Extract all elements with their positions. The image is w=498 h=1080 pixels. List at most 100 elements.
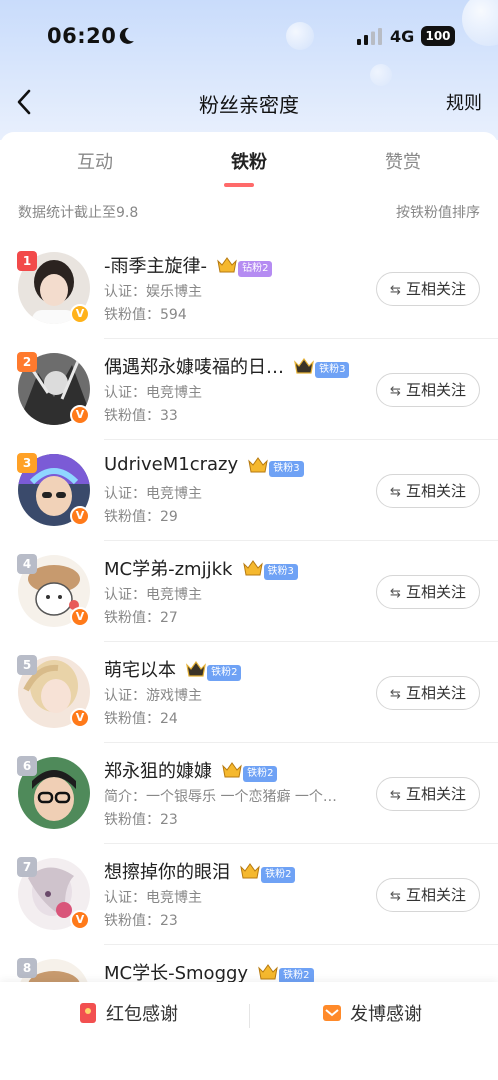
fan-name[interactable]: -雨季主旋律- bbox=[104, 252, 207, 278]
fan-level-text: 铁粉2 bbox=[207, 665, 242, 681]
rules-link[interactable]: 规则 bbox=[446, 89, 482, 115]
fan-level-badge: 铁粉3 bbox=[247, 456, 304, 477]
fan-level-text: 铁粉2 bbox=[261, 867, 296, 883]
fan-name-line: -雨季主旋律- 钻粉2 bbox=[104, 252, 273, 278]
bottom-action-bar: 红包感谢 发博感谢 bbox=[0, 982, 498, 1080]
tab-interaction[interactable]: 互动 bbox=[35, 148, 155, 174]
tab-active-indicator bbox=[224, 183, 254, 187]
fan-avatar[interactable]: 7 V bbox=[17, 857, 90, 930]
red-packet-thanks-button[interactable]: 红包感谢 bbox=[78, 1000, 178, 1032]
follow-label: 互相关注 bbox=[405, 886, 466, 904]
mutual-follow-button[interactable]: ⇆ 互相关注 bbox=[376, 575, 480, 609]
fan-avatar[interactable]: 3 V bbox=[17, 453, 90, 526]
bottom-divider bbox=[249, 1004, 250, 1028]
red-packet-icon bbox=[80, 1003, 96, 1023]
crown-icon bbox=[217, 257, 237, 273]
mutual-follow-button[interactable]: ⇆ 互相关注 bbox=[376, 373, 480, 407]
fan-avatar[interactable]: 2 V bbox=[17, 352, 90, 425]
fan-verification: 认证：游戏博主 bbox=[104, 688, 202, 704]
fan-name[interactable]: 想擦掉你的眼泪 bbox=[104, 858, 230, 884]
crown-icon bbox=[242, 560, 263, 576]
verified-icon: V bbox=[70, 304, 90, 324]
signal-icon bbox=[357, 28, 382, 45]
verified-icon: V bbox=[70, 506, 90, 526]
fan-name[interactable]: 偶遇郑永嫝唛福的日… bbox=[104, 353, 284, 379]
follow-label: 互相关注 bbox=[405, 280, 466, 298]
fan-level-text: 铁粉3 bbox=[263, 564, 298, 580]
fan-name[interactable]: MC学弟-zmjjkk bbox=[104, 555, 232, 581]
follow-label: 互相关注 bbox=[405, 482, 466, 500]
post-thanks-button[interactable]: 发博感谢 bbox=[322, 1000, 422, 1032]
rank-badge: 1 bbox=[17, 251, 37, 271]
rank-badge: 4 bbox=[17, 554, 37, 574]
fan-iron-value: 铁粉值：29 bbox=[104, 509, 178, 525]
mutual-follow-button[interactable]: ⇆ 互相关注 bbox=[376, 272, 480, 306]
post-icon bbox=[323, 1005, 341, 1021]
rank-badge: 2 bbox=[17, 352, 37, 372]
rank-badge: 3 bbox=[17, 453, 37, 473]
tab-bar: 互动 铁粉 赞赏 bbox=[0, 148, 498, 198]
fan-verification: 认证：电竞博主 bbox=[104, 587, 202, 603]
mutual-follow-icon: ⇆ bbox=[390, 788, 401, 803]
verified-icon: V bbox=[70, 708, 90, 728]
fan-name-line: UdriveM1crazy 铁粉3 bbox=[104, 454, 304, 480]
fan-name-line: 萌宅以本 铁粉2 bbox=[104, 656, 242, 682]
status-time: 06:20 bbox=[47, 24, 117, 48]
fan-iron-value: 铁粉值：23 bbox=[104, 812, 178, 828]
red-packet-thanks-label: 红包感谢 bbox=[106, 1004, 178, 1025]
fan-verification: 认证：电竞博主 bbox=[104, 385, 202, 401]
fan-row[interactable]: 4 V MC学弟-zmjjkk 铁粉3 认证：电竞博主 铁粉值：27 ⇆ 互相关注 bbox=[0, 541, 498, 642]
content-card: 互动 铁粉 赞赏 数据统计截止至9.8 按铁粉值排序 1 V -雨季主旋律- 钻… bbox=[0, 132, 498, 1080]
fan-iron-value: 铁粉值：27 bbox=[104, 610, 178, 626]
post-thanks-label: 发博感谢 bbox=[350, 1004, 422, 1025]
stats-note: 数据统计截止至9.8 bbox=[18, 205, 139, 221]
crown-icon bbox=[294, 357, 315, 374]
verified-icon: V bbox=[70, 910, 90, 930]
fan-name[interactable]: UdriveM1crazy bbox=[104, 454, 238, 475]
fan-level-badge: 铁粉3 bbox=[293, 357, 350, 378]
fan-iron-value: 铁粉值：594 bbox=[104, 307, 187, 323]
fan-verification: 认证：电竞博主 bbox=[104, 890, 202, 906]
fan-verification: 认证：电竞博主 bbox=[104, 486, 202, 502]
sort-label[interactable]: 按铁粉值排序 bbox=[396, 202, 480, 222]
status-bar: 06:20 4G 100 bbox=[0, 18, 498, 58]
fan-intimacy-page: 06:20 4G 100 粉丝亲密度 规则 互动 铁粉 赞赏 数据统计截止至9.… bbox=[0, 0, 498, 1080]
fan-list: 1 V -雨季主旋律- 钻粉2 认证：娱乐博主 铁粉值：594 ⇆ 互相关注 2… bbox=[0, 238, 498, 1046]
fan-level-text: 钻粉2 bbox=[238, 261, 273, 277]
fan-name-line: 想擦掉你的眼泪 铁粉2 bbox=[104, 858, 296, 884]
rank-badge: 5 bbox=[17, 655, 37, 675]
fan-level-badge: 铁粉2 bbox=[185, 660, 242, 681]
fan-row[interactable]: 5 V 萌宅以本 铁粉2 认证：游戏博主 铁粉值：24 ⇆ 互相关注 bbox=[0, 642, 498, 743]
fan-row[interactable]: 1 V -雨季主旋律- 钻粉2 认证：娱乐博主 铁粉值：594 ⇆ 互相关注 bbox=[0, 238, 498, 339]
fan-avatar[interactable]: 6 bbox=[17, 756, 90, 829]
fan-avatar[interactable]: 1 V bbox=[17, 251, 90, 324]
nav-bar: 粉丝亲密度 规则 bbox=[0, 78, 498, 128]
fan-avatar[interactable]: 5 V bbox=[17, 655, 90, 728]
mutual-follow-button[interactable]: ⇆ 互相关注 bbox=[376, 777, 480, 811]
fan-row[interactable]: 7 V 想擦掉你的眼泪 铁粉2 认证：电竞博主 铁粉值：23 ⇆ 互相关注 bbox=[0, 844, 498, 945]
fan-level-badge: 钻粉2 bbox=[216, 256, 273, 277]
fan-name[interactable]: 郑永狙的嫝嫝 bbox=[104, 757, 212, 783]
fan-level-badge: 铁粉3 bbox=[242, 559, 298, 580]
fan-row[interactable]: 3 V UdriveM1crazy 铁粉3 认证：电竞博主 铁粉值：29 ⇆ 互相… bbox=[0, 440, 498, 541]
mutual-follow-button[interactable]: ⇆ 互相关注 bbox=[376, 676, 480, 710]
fan-row[interactable]: 6 郑永狙的嫝嫝 铁粉2 简介：一个银辱乐 一个恋猪癖 一个… 铁粉值：23 ⇆… bbox=[0, 743, 498, 844]
fan-level-badge: 铁粉2 bbox=[221, 761, 278, 782]
follow-label: 互相关注 bbox=[405, 583, 466, 601]
mutual-follow-button[interactable]: ⇆ 互相关注 bbox=[376, 878, 480, 912]
fan-avatar[interactable]: 4 V bbox=[17, 554, 90, 627]
network-type: 4G bbox=[390, 27, 415, 46]
mutual-follow-icon: ⇆ bbox=[390, 889, 401, 904]
follow-label: 互相关注 bbox=[405, 785, 466, 803]
mutual-follow-button[interactable]: ⇆ 互相关注 bbox=[376, 474, 480, 508]
verified-icon: V bbox=[70, 607, 90, 627]
tab-iron-fans[interactable]: 铁粉 bbox=[189, 148, 309, 187]
follow-label: 互相关注 bbox=[405, 381, 466, 399]
fan-row[interactable]: 2 V 偶遇郑永嫝唛福的日… 铁粉3 认证：电竞博主 铁粉值：33 ⇆ 互相关注 bbox=[0, 339, 498, 440]
battery-level: 100 bbox=[425, 29, 451, 43]
tab-appreciation[interactable]: 赞赏 bbox=[343, 148, 463, 174]
fan-name-line: MC学弟-zmjjkk 铁粉3 bbox=[104, 555, 298, 581]
fan-iron-value: 铁粉值：24 bbox=[104, 711, 178, 727]
fan-name[interactable]: 萌宅以本 bbox=[104, 656, 176, 682]
moon-icon bbox=[119, 27, 134, 44]
